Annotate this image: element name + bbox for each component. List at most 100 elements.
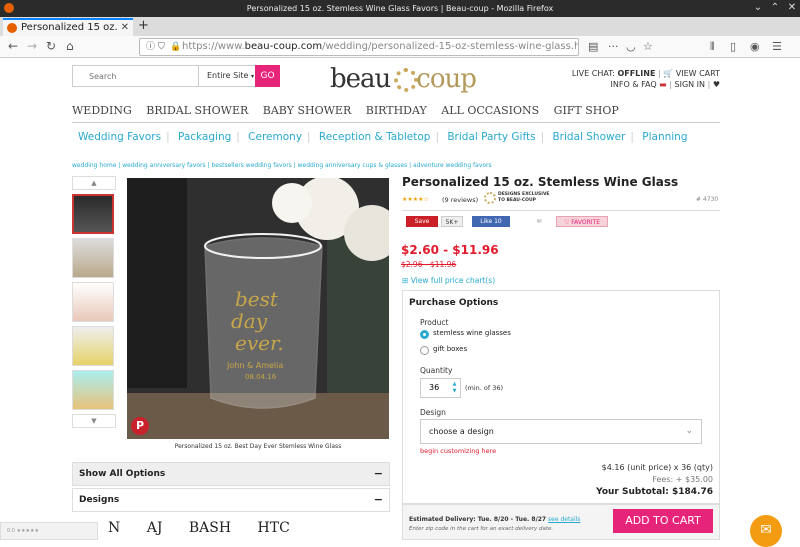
menu-icon[interactable]: ☰ xyxy=(772,40,782,53)
forward-icon[interactable]: → xyxy=(27,39,37,53)
radio-gift-boxes[interactable] xyxy=(420,346,429,355)
extensions-icon[interactable]: ◉ xyxy=(750,40,760,53)
nav-gift-shop[interactable]: GIFT SHOP xyxy=(554,104,619,117)
design-sample-2[interactable]: AJ xyxy=(147,520,163,536)
back-icon[interactable]: ← xyxy=(8,39,18,53)
subnav-planning[interactable]: Planning xyxy=(642,131,687,143)
design-sample-1[interactable]: N xyxy=(108,520,120,536)
window-titlebar: Personalized 15 oz. Stemless Wine Glass … xyxy=(0,0,800,17)
facebook-like-button[interactable]: Like 10 xyxy=(472,216,510,227)
thumbnail-3[interactable] xyxy=(72,282,114,322)
subnav-wedding-favors[interactable]: Wedding Favors xyxy=(78,131,161,143)
search-go-button[interactable]: GO xyxy=(255,65,280,87)
design-select[interactable]: choose a design ⌄ xyxy=(420,419,702,444)
exclusive-badge: DESIGNS EXCLUSIVE TO BEAU-COUP xyxy=(484,192,554,204)
close-tab-icon[interactable]: ✕ xyxy=(121,20,129,35)
new-tab-icon[interactable]: + xyxy=(138,18,149,33)
info-icon[interactable]: ⓘ xyxy=(146,39,155,55)
view-cart-link[interactable]: VIEW CART xyxy=(676,69,720,78)
see-details-link[interactable]: see details xyxy=(548,516,580,523)
lock-icon: 🔒 xyxy=(170,42,182,52)
shield-icon[interactable]: ⛉ xyxy=(158,39,165,55)
save-label: Save xyxy=(414,218,430,225)
subnav-ceremony[interactable]: Ceremony xyxy=(248,131,302,143)
nav-birthday[interactable]: BIRTHDAY xyxy=(366,104,427,117)
heart-icon[interactable]: ♥ xyxy=(713,80,720,89)
firefox-icon xyxy=(4,3,14,13)
library-icon[interactable]: ⫴ xyxy=(710,40,715,54)
info-faq-link[interactable]: INFO & FAQ xyxy=(611,80,657,89)
site-logo[interactable]: beau coup xyxy=(330,64,477,94)
quantity-stepper[interactable]: 36 ▲ ▼ xyxy=(420,378,461,398)
breadcrumb[interactable]: wedding home | wedding anniversary favor… xyxy=(72,162,492,169)
price-chart-label: View full price chart(s) xyxy=(410,276,496,285)
search-input[interactable] xyxy=(73,66,198,86)
reader-view-icon[interactable]: ▤ xyxy=(588,40,598,53)
design-sample-4[interactable]: HTC xyxy=(258,520,290,536)
collapse-icon: − xyxy=(373,467,383,480)
thumbnail-2[interactable] xyxy=(72,238,114,278)
old-price: $2.96 - $11.96 xyxy=(401,260,457,269)
show-all-label: Show All Options xyxy=(79,469,166,479)
more-actions-icon[interactable]: ··· xyxy=(608,40,619,53)
reviews-link[interactable]: (9 reviews) xyxy=(442,196,478,204)
rating-widget[interactable]: 0.0 ★★★★★ xyxy=(0,522,98,540)
sidebar-icon[interactable]: ▯ xyxy=(730,40,736,53)
nav-wedding[interactable]: WEDDING xyxy=(72,104,132,117)
glass-date: 08.04.16 xyxy=(245,373,277,381)
wine-glass-illustration: best day ever. John & Amelia 08.04.16 xyxy=(127,178,389,439)
pinterest-save-button[interactable]: Save xyxy=(406,216,438,227)
add-to-cart-button[interactable]: ADD TO CART xyxy=(613,509,713,533)
designs-toggle[interactable]: Designs − xyxy=(72,488,390,512)
favorite-button[interactable]: ♡ FAVORITE xyxy=(556,216,608,227)
chat-icon[interactable]: ✉ xyxy=(750,515,782,547)
subnav-bridal-shower[interactable]: Bridal Shower xyxy=(552,131,625,143)
search-scope-select[interactable]: Entire Site ▾ xyxy=(198,66,255,86)
product-image[interactable]: best day ever. John & Amelia 08.04.16 P xyxy=(127,178,389,439)
option-stemless-label[interactable]: stemless wine glasses xyxy=(433,329,511,337)
url-bar[interactable]: ⓘ ⛉ 🔒 https://www.beau-coup.com/wedding/… xyxy=(139,38,579,56)
design-sample-3[interactable]: BASH xyxy=(189,520,231,536)
stepper-arrows-icon[interactable]: ▲ ▼ xyxy=(451,381,458,395)
thumbnail-strip: ▲ ▼ xyxy=(72,176,116,441)
star-rating: ★★★★☆ xyxy=(402,196,429,203)
pocket-icon[interactable]: ◡ xyxy=(626,40,636,53)
product-label: Product xyxy=(420,318,449,327)
option-gift-boxes-label[interactable]: gift boxes xyxy=(433,345,467,353)
nav-all-occasions[interactable]: ALL OCCASIONS xyxy=(441,104,539,117)
tab-active[interactable]: Personalized 15 oz. ✕ xyxy=(3,18,133,36)
thumb-down-arrow-icon[interactable]: ▼ xyxy=(72,414,116,428)
url-prefix: https://www. xyxy=(182,41,245,52)
nav-bridal-shower[interactable]: BRIDAL SHOWER xyxy=(146,104,248,117)
pinterest-icon[interactable]: P xyxy=(131,417,149,435)
sign-in-link[interactable]: SIGN IN xyxy=(675,80,706,89)
subnav-reception[interactable]: Reception & Tabletop xyxy=(319,131,431,143)
home-icon[interactable]: ⌂ xyxy=(66,39,74,53)
reload-icon[interactable]: ↻ xyxy=(46,39,56,53)
url-domain: beau-coup.com xyxy=(244,41,323,52)
thumbnail-4[interactable] xyxy=(72,326,114,366)
purchase-options-heading: Purchase Options xyxy=(409,298,499,308)
maximize-icon[interactable]: ⌃ xyxy=(769,2,781,14)
thumbnail-5[interactable] xyxy=(72,370,114,410)
email-icon[interactable]: ✉ xyxy=(534,216,544,227)
thumb-up-arrow-icon[interactable]: ▲ xyxy=(72,176,116,190)
flower-icon xyxy=(394,68,418,92)
radio-stemless[interactable] xyxy=(420,330,429,339)
save-count: 5K+ xyxy=(441,216,463,227)
minimize-icon[interactable]: ⌄ xyxy=(752,2,764,14)
subnav-packaging[interactable]: Packaging xyxy=(178,131,231,143)
flag-icon: ▬ xyxy=(659,80,667,89)
unit-price-line: $4.16 (unit price) x 36 (qty) xyxy=(601,463,713,472)
begin-customizing-link[interactable]: begin customizing here xyxy=(420,447,496,455)
bookmark-star-icon[interactable]: ☆ xyxy=(643,40,653,53)
thumbnail-1[interactable] xyxy=(72,194,114,234)
close-window-icon[interactable]: ✕ xyxy=(786,2,798,14)
show-all-options-toggle[interactable]: Show All Options − xyxy=(72,462,390,486)
live-chat-label[interactable]: LIVE CHAT: xyxy=(572,69,615,78)
subnav-bridal-party-gifts[interactable]: Bridal Party Gifts xyxy=(447,131,535,143)
price-chart-link[interactable]: ⊞ View full price chart(s) xyxy=(402,276,495,285)
nav-baby-shower[interactable]: BABY SHOWER xyxy=(263,104,351,117)
url-path: /wedding/personalized-15-oz-stemless-win… xyxy=(322,41,578,52)
chevron-down-icon: ⌄ xyxy=(685,426,693,436)
